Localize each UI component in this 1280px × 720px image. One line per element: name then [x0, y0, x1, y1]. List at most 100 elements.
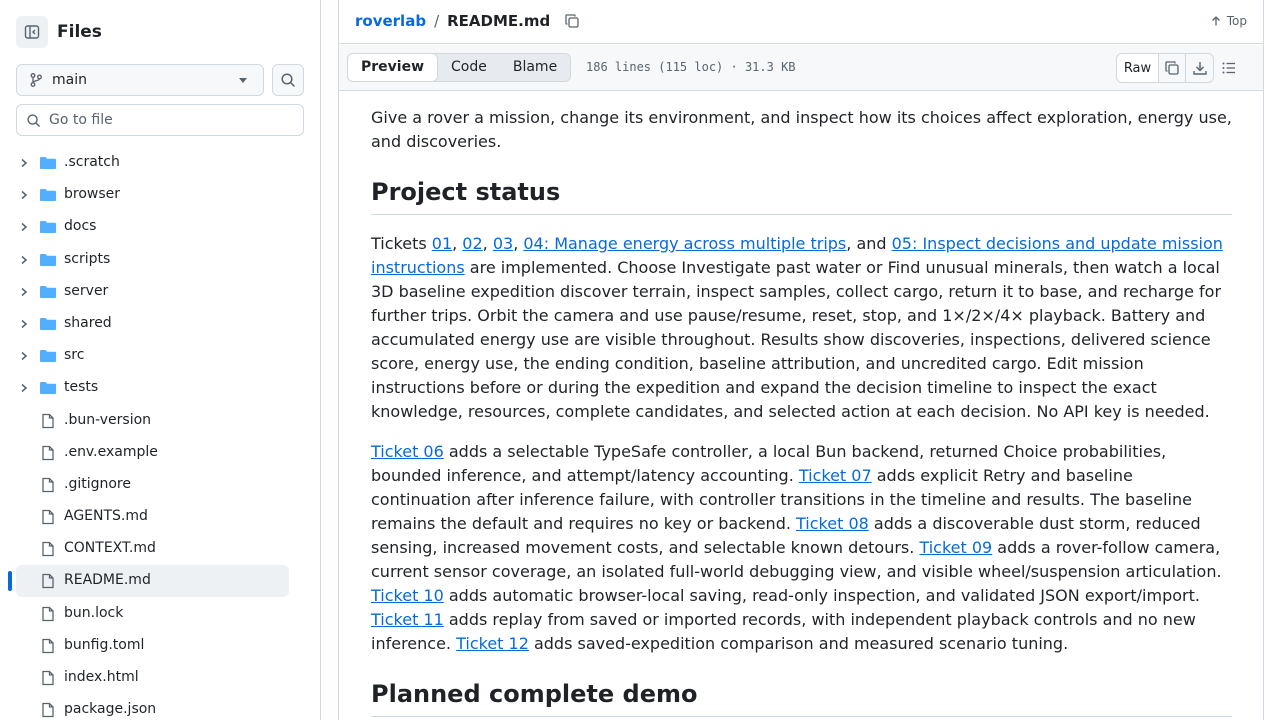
outline-button[interactable]	[1221, 60, 1237, 80]
heading-planned-demo: Planned complete demo	[371, 680, 1232, 717]
tab-code[interactable]: Code	[438, 54, 500, 81]
tree-file-selected[interactable]: README.md	[0, 565, 320, 598]
tree-item-label: .gitignore	[64, 475, 131, 492]
tree-item-label: .scratch	[64, 154, 120, 170]
ticket-link[interactable]: Ticket 11	[371, 610, 444, 629]
file-tree-sidebar: Files main .scratch	[0, 0, 321, 720]
text-span: ,	[452, 234, 463, 253]
copy-raw-button[interactable]	[1159, 54, 1186, 82]
tree-item-label: README.md	[64, 572, 151, 589]
file-icon	[42, 542, 54, 557]
breadcrumb-file: README.md	[447, 12, 551, 30]
tree-item-label: index.html	[64, 669, 139, 685]
tree-folder[interactable]: tests	[0, 372, 320, 404]
chevron-right-icon	[21, 158, 28, 168]
ticket-link[interactable]: 01	[432, 234, 452, 253]
file-icon	[42, 509, 54, 525]
search-icon	[281, 73, 295, 87]
chevron-right-icon	[21, 255, 28, 264]
view-mode-tabs: Preview Code Blame	[347, 53, 572, 82]
search-files-button[interactable]	[272, 64, 304, 96]
tree-folder[interactable]: src	[0, 340, 320, 372]
collapse-sidebar-button[interactable]	[16, 16, 48, 48]
copy-icon	[565, 14, 579, 28]
text-span: ,	[513, 234, 524, 253]
tree-file[interactable]: .env.example	[0, 437, 320, 469]
tab-preview[interactable]: Preview	[347, 53, 439, 82]
file-actions: Raw	[1116, 53, 1214, 83]
selected-background	[16, 565, 289, 598]
copy-path-button[interactable]	[564, 13, 580, 29]
tree-file[interactable]: index.html	[0, 662, 320, 694]
ticket-link[interactable]: Ticket 08	[796, 514, 869, 533]
file-viewer: roverlab / README.md Top Preview Code Bl…	[338, 0, 1264, 720]
download-button[interactable]	[1186, 54, 1213, 82]
ticket-link[interactable]: Ticket 06	[371, 442, 444, 461]
tree-folder[interactable]: scripts	[0, 244, 320, 276]
tree-folder[interactable]: .scratch	[0, 147, 320, 179]
chevron-right-icon	[21, 287, 28, 296]
sidebar-title: Files	[57, 22, 102, 42]
breadcrumb: roverlab / README.md	[355, 12, 580, 30]
tree-item-label: tests	[64, 379, 99, 396]
back-to-top-button[interactable]: Top	[1210, 14, 1247, 28]
text-span: , and	[846, 234, 892, 253]
chevron-right-icon	[21, 319, 28, 329]
tree-file[interactable]: .gitignore	[0, 469, 320, 501]
folder-icon	[40, 189, 56, 202]
folder-icon	[40, 350, 56, 363]
ticket-link[interactable]: 02	[462, 234, 482, 253]
ticket-link[interactable]: Ticket 07	[799, 466, 872, 485]
tree-file[interactable]: bunfig.toml	[0, 630, 320, 662]
tree-file[interactable]: package.json	[0, 694, 320, 720]
tree-item-label: server	[64, 282, 109, 299]
raw-button[interactable]: Raw	[1117, 54, 1159, 82]
tree-item-label: .bun-version	[64, 411, 152, 428]
ticket-link[interactable]: Ticket 10	[371, 586, 444, 605]
file-meta: 186 lines (115 loc) · 31.3 KB	[586, 60, 796, 74]
copy-icon	[1165, 61, 1179, 75]
ticket-link[interactable]: Ticket 12	[456, 634, 529, 653]
chevron-right-icon	[21, 223, 28, 232]
tree-item-label: package.json	[64, 701, 157, 718]
text-span: Tickets	[371, 234, 432, 253]
chevron-right-icon	[21, 384, 28, 393]
file-icon	[42, 703, 54, 718]
ticket-link[interactable]: Ticket 09	[919, 538, 992, 557]
tree-folder[interactable]: docs	[0, 211, 320, 243]
tree-file[interactable]: bun.lock	[0, 598, 320, 630]
file-icon	[42, 638, 54, 653]
tab-blame[interactable]: Blame	[500, 54, 570, 81]
tree-folder[interactable]: browser	[0, 179, 320, 211]
ticket-link[interactable]: 03	[493, 234, 513, 253]
file-icon	[42, 670, 54, 686]
chevron-down-icon	[239, 78, 247, 83]
search-icon	[27, 113, 40, 127]
tree-file[interactable]: CONTEXT.md	[0, 533, 320, 565]
breadcrumb-repo-link[interactable]: roverlab	[355, 12, 426, 30]
go-to-file-input[interactable]	[49, 112, 289, 128]
chevron-right-icon	[21, 352, 28, 361]
tree-item-label: docs	[64, 218, 97, 235]
tree-item-label: .env.example	[64, 443, 158, 460]
tree-item-label: src	[64, 347, 85, 364]
tree-folder[interactable]: shared	[0, 308, 320, 340]
folder-icon	[40, 285, 56, 298]
go-to-file-field[interactable]	[16, 104, 304, 136]
branch-name: main	[52, 72, 87, 88]
file-icon	[42, 445, 54, 460]
tree-file[interactable]: AGENTS.md	[0, 501, 320, 533]
sidebar-collapse-icon	[24, 25, 40, 39]
folder-icon	[40, 221, 56, 234]
tree-folder[interactable]: server	[0, 276, 320, 308]
heading-project-status: Project status	[371, 178, 1232, 215]
tree-file[interactable]: .bun-version	[0, 405, 320, 437]
ticket-link[interactable]: 04: Manage energy across multiple trips	[523, 234, 846, 253]
tree-item-label: bun.lock	[64, 604, 124, 621]
arrow-up-icon	[1211, 16, 1220, 26]
download-icon	[1192, 62, 1207, 75]
tree-item-label: bunfig.toml	[64, 636, 145, 653]
file-icon	[42, 413, 54, 428]
folder-icon	[40, 382, 56, 395]
branch-select-button[interactable]: main	[16, 64, 264, 96]
